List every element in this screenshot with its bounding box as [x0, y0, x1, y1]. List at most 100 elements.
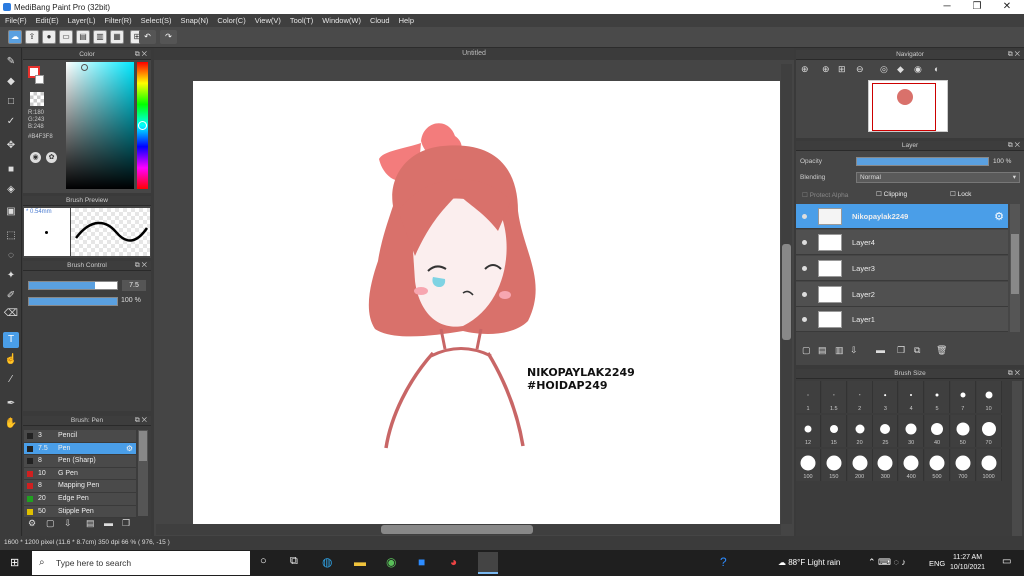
panel-close-icon[interactable]: ⧉ ✕	[1008, 369, 1020, 379]
medibang-taskbar-icon[interactable]	[478, 552, 498, 574]
layer-row[interactable]: Nikopaylak2249 ⚙	[796, 204, 1008, 229]
panel-close-icon[interactable]: ⧉ ✕	[135, 50, 147, 60]
select-brush-icon[interactable]: ✓	[3, 114, 19, 130]
new-halftone-layer-icon[interactable]: ▤	[818, 345, 827, 356]
brush-list-item[interactable]: 50 Stipple Pen	[24, 505, 136, 519]
brush-size-preset[interactable]: 40	[925, 415, 950, 447]
color-picker-area[interactable]	[66, 62, 134, 189]
layer-row[interactable]: Layer1	[796, 307, 1008, 332]
menu-cloud[interactable]: Cloud	[370, 16, 390, 25]
brush-size-preset[interactable]: 200	[847, 449, 873, 481]
brush-size-preset[interactable]: 12	[796, 415, 821, 447]
file-explorer-icon[interactable]: ▬	[354, 555, 366, 569]
brush-size-preset[interactable]: 20	[847, 415, 873, 447]
hand-tool-icon[interactable]: ✋	[3, 416, 19, 432]
document-tab[interactable]: Untitled	[154, 48, 794, 60]
panel-close-icon[interactable]: ⧉ ✕	[1008, 50, 1020, 60]
rotate-right-icon[interactable]: ◐	[934, 64, 939, 74]
merge-layer-icon[interactable]: ⧉	[914, 345, 920, 356]
gear-icon[interactable]: ⚙	[994, 210, 1004, 223]
menu-file[interactable]: File(F)	[5, 16, 27, 25]
document-icon[interactable]: ▤	[76, 30, 90, 44]
brush-import-icon[interactable]: ⇩	[64, 518, 72, 529]
brush-size-preset[interactable]: 25	[873, 415, 899, 447]
folder-icon[interactable]: ▬	[876, 345, 885, 355]
canvas-horizontal-scroll-thumb[interactable]	[381, 525, 533, 534]
page-settings-icon[interactable]: ▦	[110, 30, 124, 44]
layer-scrollbar[interactable]	[1010, 204, 1020, 332]
upload-icon[interactable]: ⇪	[25, 30, 39, 44]
fit-icon[interactable]: ⊞	[838, 64, 846, 75]
menu-snap[interactable]: Snap(N)	[180, 16, 208, 25]
layer-row[interactable]: Layer4	[796, 230, 1008, 255]
brush-duplicate-icon[interactable]: ❐	[122, 518, 130, 529]
brush-size-preset[interactable]: 2	[847, 381, 873, 413]
chrome-icon[interactable]: ◕	[450, 555, 457, 569]
navigator-thumbnail[interactable]	[868, 80, 948, 132]
maximize-button[interactable]: ❐	[962, 1, 992, 12]
brush-size-preset[interactable]: 1.5	[821, 381, 847, 413]
move-tool-icon[interactable]: ✥	[3, 138, 19, 154]
brush-size-preset[interactable]: 50	[950, 415, 976, 447]
brush-size-preset[interactable]: 150	[821, 449, 847, 481]
menu-layer[interactable]: Layer(L)	[68, 16, 96, 25]
eye-icon[interactable]	[802, 240, 807, 245]
brush-list-item[interactable]: 20 Edge Pen	[24, 493, 136, 506]
color-wheel-icon[interactable]: ◉	[30, 152, 41, 163]
menu-color[interactable]: Color(C)	[217, 16, 245, 25]
menu-filter[interactable]: Filter(R)	[105, 16, 132, 25]
panel-close-icon[interactable]: ⧉ ✕	[1008, 141, 1020, 151]
task-view-icon[interactable]: ⧉	[290, 555, 298, 568]
brush-list-item[interactable]: 3 Pencil	[24, 430, 136, 443]
select-eraser-icon[interactable]: ⌫	[3, 306, 19, 322]
clock[interactable]: 11:27 AM 10/10/2021	[950, 553, 985, 573]
brush-size-preset[interactable]: 300	[873, 449, 899, 481]
eyedropper-icon[interactable]: ⁄	[3, 372, 19, 388]
brush-size-preset[interactable]: 70	[976, 415, 1002, 447]
brush-size-slider[interactable]	[28, 281, 118, 290]
flip-icon[interactable]: ◆	[897, 64, 904, 75]
duplicate-layer-icon[interactable]: ❐	[897, 345, 905, 356]
menu-help[interactable]: Help	[399, 16, 414, 25]
cloud-icon[interactable]: ☁	[8, 30, 22, 44]
chat-icon[interactable]: ▭	[59, 30, 73, 44]
lock-checkbox[interactable]: ☐ Lock	[950, 190, 971, 198]
help-icon[interactable]: ?	[720, 555, 727, 569]
brush-size-preset[interactable]: 100	[796, 449, 821, 481]
brush-size-preset[interactable]: 1000	[976, 449, 1002, 481]
brush-list-item[interactable]: 7.5 Pen ⚙	[24, 442, 136, 456]
cortana-icon[interactable]: ○	[260, 555, 267, 567]
layer-opacity-slider[interactable]	[856, 157, 989, 166]
shape-tool-icon[interactable]: ■	[3, 162, 19, 178]
zoom-out-icon[interactable]: ⊖	[856, 64, 864, 75]
brush-list-scroll-thumb[interactable]	[139, 431, 147, 461]
brush-size-scrollbar[interactable]	[1012, 381, 1022, 536]
brush-list-scrollbar[interactable]	[138, 430, 148, 516]
import-layer-icon[interactable]: ⇩	[850, 345, 858, 356]
language-indicator[interactable]: ENG	[929, 559, 945, 568]
gear-icon[interactable]: ⚙	[126, 444, 133, 453]
protect-alpha-checkbox[interactable]: ☐ Protect Alpha	[802, 191, 848, 199]
brush-list-item[interactable]: 8 Pen (Sharp)	[24, 455, 136, 468]
eye-icon[interactable]	[802, 292, 807, 297]
brush-list-item[interactable]: 8 Mapping Pen	[24, 480, 136, 493]
canvas-horizontal-scrollbar[interactable]	[156, 524, 781, 535]
brush-size-preset[interactable]: 7	[950, 381, 976, 413]
fill-tool-icon[interactable]: ◈	[3, 182, 19, 198]
brush-list-item[interactable]: 10 G Pen	[24, 467, 136, 481]
brush-folder-icon[interactable]: ▬	[104, 518, 113, 528]
windows-start-icon[interactable]: ⊞	[10, 556, 19, 569]
secondary-color-swatch[interactable]	[35, 75, 44, 84]
menu-select[interactable]: Select(S)	[141, 16, 172, 25]
eye-icon[interactable]	[802, 266, 807, 271]
brush-tool-icon[interactable]: ✎	[3, 54, 19, 70]
edge-icon[interactable]: ◍	[322, 555, 332, 569]
panel-close-icon[interactable]: ⧉ ✕	[135, 416, 147, 426]
transparent-swatch[interactable]	[30, 92, 44, 106]
brush-size-preset[interactable]: 15	[821, 415, 847, 447]
brush-size-preset[interactable]: 5	[925, 381, 950, 413]
brush-size-preset[interactable]: 4	[899, 381, 925, 413]
comment-icon[interactable]: ●	[42, 30, 56, 44]
menu-window[interactable]: Window(W)	[322, 16, 361, 25]
notification-icon[interactable]: ▭	[1002, 556, 1011, 567]
